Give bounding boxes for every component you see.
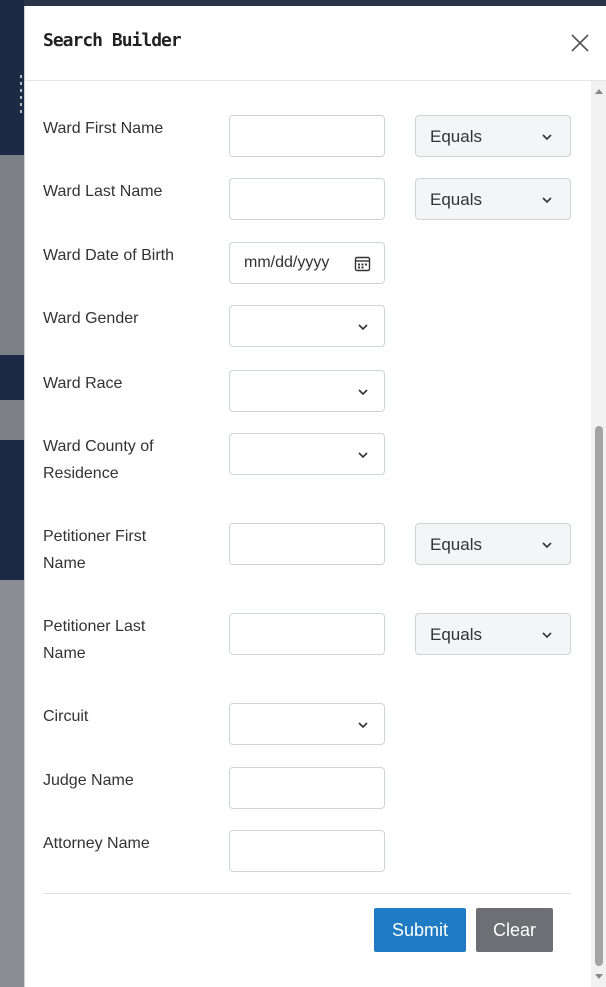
field-label: Ward Date of Birth xyxy=(43,247,175,264)
chevron-down-icon xyxy=(542,542,552,549)
chevron-down-icon xyxy=(358,452,368,459)
attorney-name-input[interactable] xyxy=(229,830,385,872)
judge-name-input[interactable] xyxy=(229,767,385,809)
field-label: Ward Race xyxy=(43,375,123,392)
close-button[interactable] xyxy=(563,26,597,60)
chevron-down-icon xyxy=(358,389,368,396)
ward-gender-select[interactable] xyxy=(229,305,385,347)
ward-last-name-input[interactable] xyxy=(229,178,385,220)
petitioner-first-name-input[interactable] xyxy=(229,523,385,565)
ward-first-name-operator-select[interactable]: Equals xyxy=(415,115,571,157)
search-builder-modal: Search Builder Ward First Name Equals Wa… xyxy=(24,6,606,987)
chevron-down-icon xyxy=(358,722,368,729)
modal-title: Search Builder xyxy=(43,30,182,51)
scroll-down-arrow-icon[interactable] xyxy=(595,974,603,979)
clear-button[interactable]: Clear xyxy=(476,908,553,952)
background-panel xyxy=(0,580,24,987)
petitioner-last-name-input[interactable] xyxy=(229,613,385,655)
field-label: Judge Name xyxy=(43,772,134,789)
chevron-down-icon xyxy=(358,324,368,331)
background-panel xyxy=(0,440,24,580)
field-label: Ward County of Residence xyxy=(43,438,154,482)
ward-race-select[interactable] xyxy=(229,370,385,412)
operator-value: Equals xyxy=(430,190,482,209)
operator-value: Equals xyxy=(430,535,482,554)
background-panel xyxy=(0,400,24,440)
ward-last-name-operator-select[interactable]: Equals xyxy=(415,178,571,220)
background-app xyxy=(0,0,24,987)
background-panel xyxy=(0,355,24,400)
scroll-up-arrow-icon[interactable] xyxy=(595,89,603,94)
field-label: Ward Last Name xyxy=(43,183,163,200)
chevron-down-icon xyxy=(542,134,552,141)
chevron-down-icon xyxy=(542,632,552,639)
vertical-scrollbar[interactable] xyxy=(591,81,606,987)
background-panel xyxy=(0,155,24,355)
field-label: Petitioner First Name xyxy=(43,528,147,572)
scrollbar-thumb[interactable] xyxy=(595,426,603,966)
field-label: Circuit xyxy=(43,708,89,725)
field-label: Petitioner Last Name xyxy=(43,618,146,662)
modal-body: Ward First Name Equals Ward Last Name Eq… xyxy=(25,81,591,987)
drag-handle-icon xyxy=(20,75,22,115)
field-label: Ward Gender xyxy=(43,310,139,327)
petitioner-last-name-operator-select[interactable]: Equals xyxy=(415,613,571,655)
close-icon xyxy=(571,34,589,52)
operator-value: Equals xyxy=(430,625,482,644)
ward-dob-date-input[interactable]: mm/dd/yyyy xyxy=(229,242,385,284)
petitioner-first-name-operator-select[interactable]: Equals xyxy=(415,523,571,565)
circuit-select[interactable] xyxy=(229,703,385,745)
operator-value: Equals xyxy=(430,127,482,146)
ward-first-name-input[interactable] xyxy=(229,115,385,157)
calendar-icon[interactable] xyxy=(354,255,371,272)
field-label: Attorney Name xyxy=(43,835,150,852)
submit-button[interactable]: Submit xyxy=(374,908,466,952)
modal-header: Search Builder xyxy=(25,6,606,81)
field-label: Ward First Name xyxy=(43,120,164,137)
ward-county-select[interactable] xyxy=(229,433,385,475)
date-placeholder: mm/dd/yyyy xyxy=(244,254,330,271)
footer-divider xyxy=(43,893,571,894)
chevron-down-icon xyxy=(542,197,552,204)
